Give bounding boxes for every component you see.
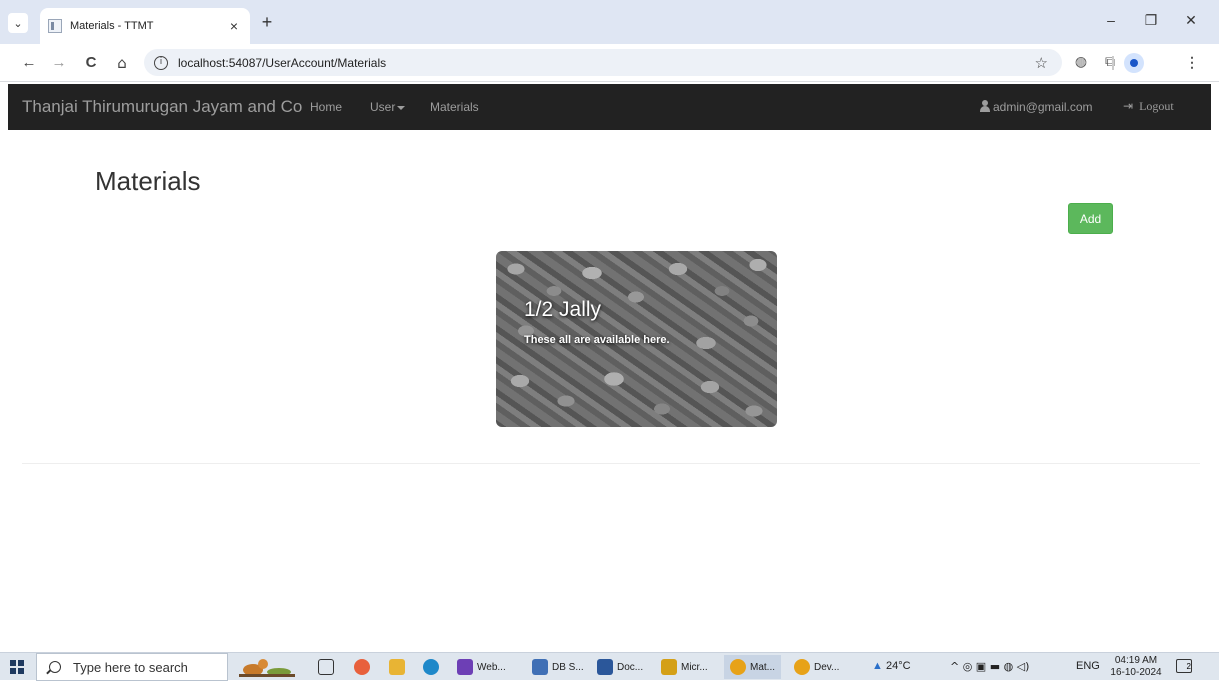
restore-button[interactable]: ❐	[1141, 12, 1161, 29]
browser-tab-strip: ⌄ Materials - TTMT × + – ❐ ✕	[0, 0, 1219, 44]
site-info-icon[interactable]: i	[154, 55, 168, 70]
nav-user-label: User	[370, 100, 396, 114]
taskbar-app-label: Doc...	[617, 661, 644, 673]
os-taskbar: Type here to search Web... DB S... Doc..…	[0, 652, 1219, 681]
extensions-icon[interactable]: ⧉	[1101, 54, 1119, 70]
task-view-icon[interactable]	[318, 659, 334, 675]
nav-materials-link[interactable]: Materials	[430, 100, 479, 114]
file-explorer-icon[interactable]	[389, 659, 405, 675]
system-clock[interactable]: 04:19 AM 16-10-2024	[1108, 655, 1164, 679]
new-tab-button[interactable]: +	[258, 13, 276, 31]
logout-link[interactable]: ⇥ Logout	[1123, 99, 1174, 114]
taskbar-app-chrome-materials[interactable]: Mat...	[724, 655, 782, 679]
bookmark-star-icon[interactable]: ☆	[1035, 54, 1048, 72]
browser-tab[interactable]: Materials - TTMT ×	[40, 8, 250, 44]
reload-icon[interactable]: C	[82, 55, 100, 71]
windows-start-icon[interactable]	[10, 660, 24, 674]
notification-count: 2	[1186, 662, 1191, 671]
toolbar-divider	[1112, 56, 1114, 70]
browser-menu-icon[interactable]: ⋮	[1183, 54, 1201, 71]
address-bar[interactable]: i localhost:54087/UserAccount/Materials …	[144, 49, 1062, 76]
taskbar-search-box[interactable]: Type here to search	[36, 653, 228, 681]
add-material-button[interactable]: Add	[1068, 203, 1113, 234]
taskbar-search-placeholder: Type here to search	[73, 659, 188, 675]
app-navbar: Thanjai Thirumurugan Jayam and Co Home U…	[8, 84, 1211, 130]
tab-search-button[interactable]: ⌄	[8, 13, 28, 33]
tab-close-icon[interactable]: ×	[226, 18, 242, 34]
taskbar-app-label: Web...	[477, 661, 506, 673]
profile-avatar-icon[interactable]	[1124, 53, 1144, 73]
taskbar-app-label: DB S...	[552, 661, 584, 673]
chrome-icon	[730, 659, 746, 675]
weather-widget[interactable]: ▲ 24°C	[872, 660, 911, 672]
material-card-title: 1/2 Jally	[524, 298, 602, 321]
page-title: Materials	[95, 166, 201, 196]
browser-toolbar: ← → C ⌂ i localhost:54087/UserAccount/Ma…	[0, 44, 1219, 82]
taskbar-app-label: Micr...	[681, 661, 708, 673]
clock-time: 04:19 AM	[1114, 655, 1158, 666]
visual-studio-icon	[457, 659, 473, 675]
brand-link[interactable]: Thanjai Thirumurugan Jayam and Co	[22, 97, 302, 117]
account-email: admin@gmail.com	[993, 100, 1093, 114]
page-favicon-icon	[48, 19, 62, 33]
user-icon	[980, 100, 990, 112]
taskbar-app-word[interactable]: Doc...	[597, 655, 643, 679]
tray-icons[interactable]: ^ ◎ ▣ ▬ ◍ ◁)	[950, 660, 1029, 673]
url-text[interactable]: localhost:54087/UserAccount/Materials	[178, 56, 386, 70]
database-icon	[532, 659, 548, 675]
caret-down-icon	[397, 105, 406, 110]
window-close-button[interactable]: ✕	[1181, 12, 1201, 29]
home-icon[interactable]: ⌂	[113, 55, 131, 71]
account-link[interactable]: admin@gmail.com	[980, 100, 1093, 114]
footer-divider	[22, 463, 1200, 464]
search-highlight-illustration-icon[interactable]	[237, 656, 297, 678]
material-card-description: These all are available here.	[524, 334, 670, 346]
logout-label: Logout	[1139, 99, 1174, 113]
chrome-icon	[794, 659, 810, 675]
search-icon	[49, 661, 61, 673]
weather-icon: ▲	[872, 660, 883, 672]
tab-title: Materials - TTMT	[70, 20, 154, 32]
taskbar-app-label: Dev...	[814, 661, 840, 673]
taskbar-app-microsoft[interactable]: Micr...	[661, 655, 708, 679]
taskbar-app-label: Mat...	[750, 661, 776, 673]
word-icon	[597, 659, 613, 675]
back-icon[interactable]: ←	[20, 55, 38, 71]
logout-icon: ⇥	[1123, 99, 1134, 113]
weather-temperature: 24°C	[885, 660, 911, 672]
clock-date: 16-10-2024	[1110, 667, 1162, 678]
nav-user-dropdown[interactable]: User	[370, 100, 406, 114]
microsoft-app-icon	[661, 659, 677, 675]
edge-icon[interactable]	[423, 659, 439, 675]
translate-icon[interactable]: ◍	[1072, 54, 1090, 70]
material-card[interactable]: 1/2 Jally These all are available here.	[496, 251, 777, 427]
nav-home-link[interactable]: Home	[310, 100, 342, 114]
taskbar-app-visual-studio[interactable]: Web...	[457, 655, 506, 679]
taskbar-app-db[interactable]: DB S...	[532, 655, 584, 679]
language-indicator[interactable]: ENG	[1076, 660, 1100, 672]
firefox-icon[interactable]	[354, 659, 370, 675]
notification-center-icon[interactable]: 2	[1176, 659, 1192, 673]
minimize-button[interactable]: –	[1101, 12, 1121, 28]
taskbar-app-chrome-dev[interactable]: Dev...	[794, 655, 839, 679]
forward-icon[interactable]: →	[50, 55, 68, 71]
